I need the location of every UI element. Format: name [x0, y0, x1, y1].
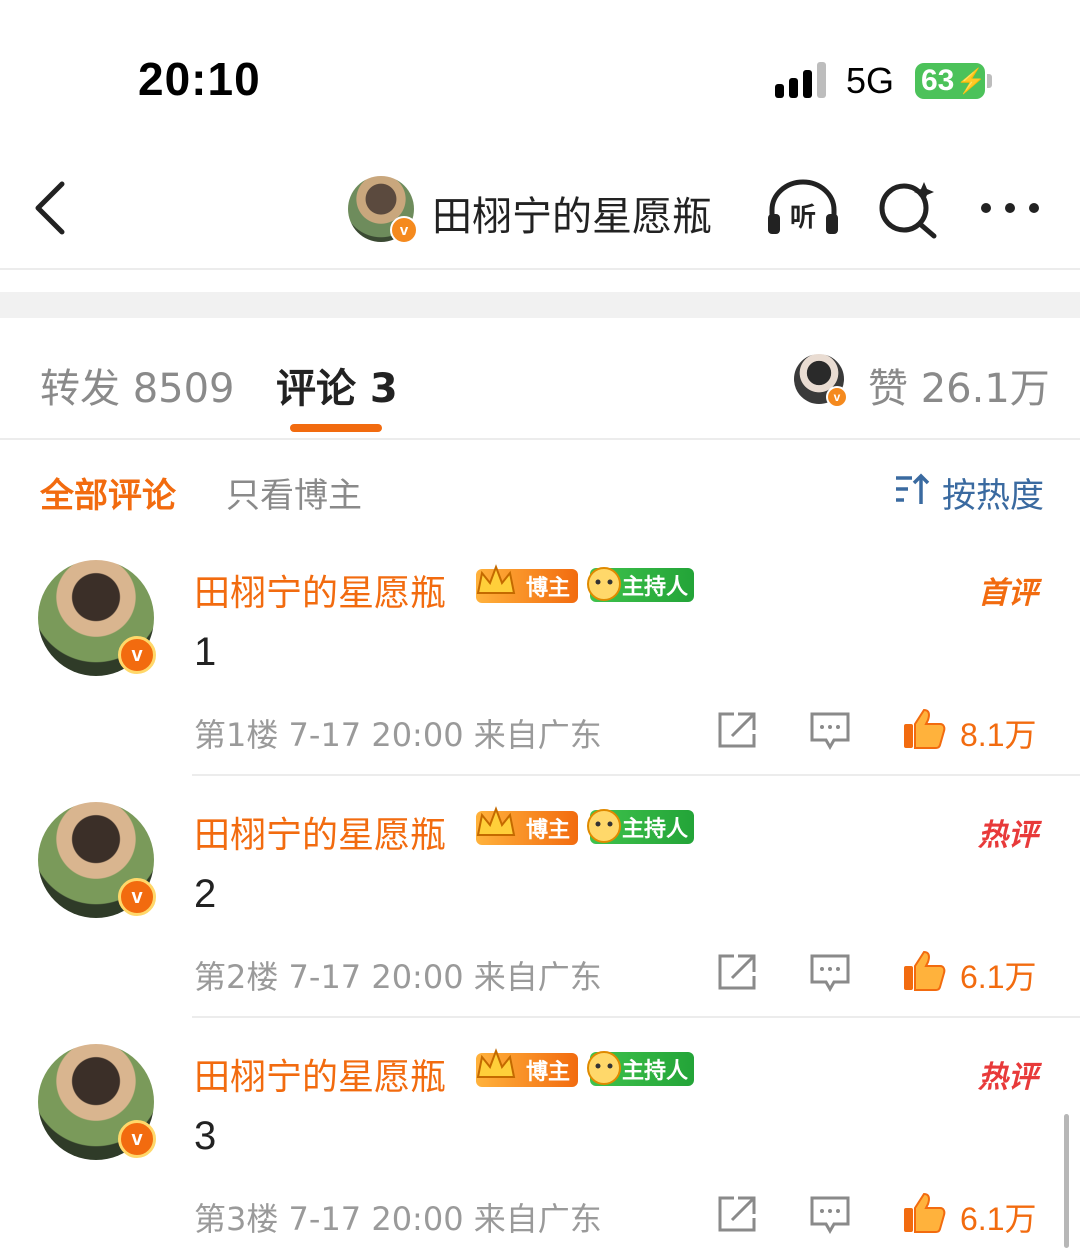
page-title[interactable]: 田栩宁的星愿瓶 [432, 184, 712, 242]
host-badge: 主持人 [587, 809, 694, 844]
tab-repost[interactable]: 转发 8509 [40, 356, 235, 414]
host-badge-label: 主持人 [621, 817, 688, 842]
comment-meta: 第2楼 7-17 20:00 来自广东 [194, 958, 602, 996]
status-time: 20:10 [138, 53, 261, 105]
comment-meta: 第1楼 7-17 20:00 来自广东 [194, 716, 602, 754]
back-icon[interactable] [28, 178, 76, 238]
comment-divider [192, 774, 1080, 776]
mascot-icon [587, 809, 621, 843]
host-badge-label: 主持人 [621, 1059, 688, 1084]
comment-item: v 田栩宁的星愿瓶 博主 主持人 首评 1 第1楼 7-17 20:00 来自广… [0, 540, 1080, 780]
crown-icon [476, 564, 516, 594]
comment-item: v 田栩宁的星愿瓶 博主 主持人 热评 3 第3楼 7-17 20:00 来自广… [0, 1024, 1080, 1248]
host-badge: 主持人 [587, 1051, 694, 1086]
blogger-badge-label: 博主 [525, 818, 570, 843]
charging-icon: ⚡ [956, 67, 987, 95]
divider [0, 268, 1080, 270]
sort-icon[interactable] [894, 472, 930, 506]
share-icon[interactable] [718, 712, 756, 748]
thumbs-up-icon[interactable] [902, 950, 946, 992]
first-comment-tag: 首评 [978, 576, 1038, 611]
hot-comment-tag: 热评 [978, 818, 1038, 853]
filter-all-comments[interactable]: 全部评论 [40, 468, 176, 517]
host-badge: 主持人 [587, 567, 694, 602]
host-badge-label: 主持人 [621, 575, 688, 600]
blogger-badge: 博主 [476, 1048, 578, 1087]
divider [0, 438, 1080, 440]
battery-indicator: 63 ⚡ [915, 63, 987, 99]
comment-text[interactable]: 2 [194, 872, 216, 917]
like-count: 6.1万 [960, 1201, 1037, 1237]
mascot-icon [587, 567, 621, 601]
comment-text[interactable]: 1 [194, 630, 216, 675]
tab-active-indicator [290, 424, 382, 432]
commenter-avatar[interactable]: v [38, 802, 156, 918]
like-count: 6.1万 [960, 959, 1037, 995]
nav-avatar[interactable]: v [348, 176, 418, 244]
network-label: 5G [846, 60, 895, 101]
blogger-badge: 博主 [476, 564, 578, 603]
commenter-avatar[interactable]: v [38, 1044, 156, 1160]
section-divider [0, 292, 1080, 318]
more-icon[interactable] [978, 196, 1042, 220]
hot-comment-tag: 热评 [978, 1060, 1038, 1095]
commenter-name[interactable]: 田栩宁的星愿瓶 [194, 806, 446, 858]
blogger-badge-label: 博主 [525, 576, 570, 601]
liker-avatar[interactable]: v [794, 354, 848, 408]
verified-icon: v [118, 878, 156, 916]
verified-icon: v [390, 216, 418, 244]
tab-likes[interactable]: 赞 26.1万 [868, 356, 1050, 414]
comment-meta: 第3楼 7-17 20:00 来自广东 [194, 1200, 602, 1238]
verified-icon: v [118, 636, 156, 674]
verified-icon: v [118, 1120, 156, 1158]
thumbs-up-icon[interactable] [902, 1192, 946, 1234]
filter-blogger-only[interactable]: 只看博主 [226, 468, 362, 517]
share-icon[interactable] [718, 1196, 756, 1232]
thumbs-up-icon[interactable] [902, 708, 946, 750]
sort-by-hot[interactable]: 按热度 [942, 468, 1044, 517]
crown-icon [476, 1048, 516, 1078]
crown-icon [476, 806, 516, 836]
blogger-badge-label: 博主 [525, 1060, 570, 1085]
tab-comments[interactable]: 评论 3 [276, 356, 398, 414]
commenter-name[interactable]: 田栩宁的星愿瓶 [194, 564, 446, 616]
comment-icon[interactable] [810, 712, 850, 750]
search-icon[interactable] [876, 180, 940, 240]
svg-text:听: 听 [790, 203, 816, 233]
headphones-icon[interactable]: 听 [764, 178, 842, 238]
comment-icon[interactable] [810, 954, 850, 992]
scrollbar[interactable] [1064, 1114, 1069, 1248]
comment-icon[interactable] [810, 1196, 850, 1234]
battery-cap [987, 74, 992, 88]
signal-icon [775, 62, 826, 98]
share-icon[interactable] [718, 954, 756, 990]
commenter-name[interactable]: 田栩宁的星愿瓶 [194, 1048, 446, 1100]
verified-icon: v [826, 386, 848, 408]
comment-divider [192, 1016, 1080, 1018]
blogger-badge: 博主 [476, 806, 578, 845]
commenter-avatar[interactable]: v [38, 560, 156, 676]
mascot-icon [587, 1051, 621, 1085]
comment-item: v 田栩宁的星愿瓶 博主 主持人 热评 2 第2楼 7-17 20:00 来自广… [0, 782, 1080, 1022]
comment-text[interactable]: 3 [194, 1114, 216, 1159]
like-count: 8.1万 [960, 717, 1037, 753]
battery-level: 63 [921, 64, 955, 97]
